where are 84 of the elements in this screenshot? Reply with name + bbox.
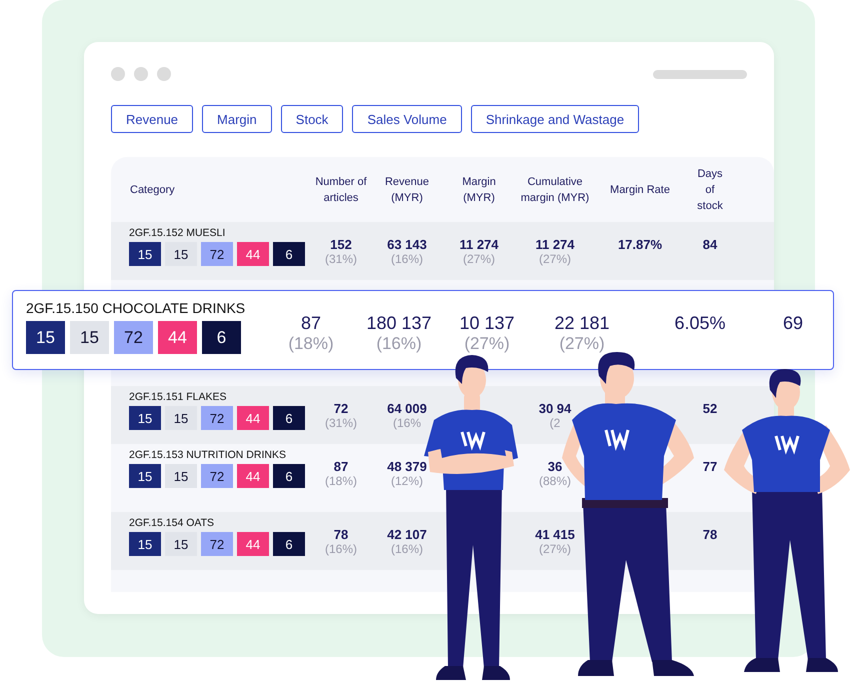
cell-value: 78 <box>702 527 718 542</box>
cell-share: (27%) <box>559 334 605 354</box>
filter-button[interactable]: Margin <box>202 105 272 133</box>
column-header: Margin Rate <box>609 182 671 198</box>
cell-share: (16%) <box>324 542 357 556</box>
count-chip: 72 <box>201 532 233 556</box>
count-chip: 15 <box>165 406 197 430</box>
cell-value: 11 274 <box>459 237 499 252</box>
count-chip: 44 <box>237 242 269 266</box>
cell-share: (12%) <box>390 474 423 488</box>
cell-share: (27%) <box>538 252 571 266</box>
cell-share: (16%) <box>376 334 422 354</box>
count-chip: 15 <box>165 242 197 266</box>
window-dots-icon <box>111 67 171 81</box>
count-chip: 15 <box>129 406 161 430</box>
filter-button[interactable]: Revenue <box>111 105 194 133</box>
cell-value: 17.87% <box>618 237 662 252</box>
category-name: 2GF.15.154 OATS <box>129 517 216 529</box>
cell-value: 48 379 <box>387 459 427 474</box>
count-chip: 15 <box>70 321 109 354</box>
cell-value: 6.05% <box>674 313 726 334</box>
count-chip: 44 <box>237 406 269 430</box>
count-chip: 44 <box>158 321 197 354</box>
cell-value: 52 <box>702 401 718 416</box>
cell-share: (27%) <box>462 252 495 266</box>
count-chip: 6 <box>273 406 305 430</box>
column-header: Category <box>129 182 176 198</box>
category-name: 2GF.15.153 NUTRITION DRINKS <box>129 449 287 461</box>
count-chip: 44 <box>237 532 269 556</box>
column-header: Revenue (MYR) <box>384 174 430 206</box>
cell-value: 72 <box>334 401 348 416</box>
cell-share: (18%) <box>288 334 334 354</box>
count-chip: 72 <box>201 242 233 266</box>
cell-value: 22 181 <box>554 313 610 334</box>
cell-value: 41 415 <box>535 527 575 542</box>
cell-share: (31%) <box>324 416 357 430</box>
category-name: 2GF.15.152 MUESLI <box>129 227 226 239</box>
cell-value: 87 <box>334 459 348 474</box>
cell-share: (16%) <box>390 542 423 556</box>
cell-share: (18%) <box>324 474 357 488</box>
cell-value: 64 009 <box>387 401 427 416</box>
count-chip: 15 <box>26 321 65 354</box>
count-chip: 15 <box>129 242 161 266</box>
cell-share: (2 <box>550 416 560 430</box>
cell-value: 11 274 <box>535 237 575 252</box>
count-chip: 72 <box>114 321 153 354</box>
cell-value: 180 137 <box>366 313 432 334</box>
filter-button[interactable]: Sales Volume <box>352 105 462 133</box>
count-chip: 44 <box>237 464 269 488</box>
cell-value: 77 <box>702 459 718 474</box>
cell-value: 42 107 <box>387 527 427 542</box>
count-chip: 6 <box>202 321 241 354</box>
column-header: Number of articles <box>314 174 368 206</box>
count-chip: 15 <box>165 464 197 488</box>
category-name: 2GF.15.151 FLAKES <box>129 391 228 403</box>
column-header: Cumulative margin (MYR) <box>520 174 590 206</box>
cell-share: (16% <box>392 416 421 430</box>
count-chip: 15 <box>129 464 161 488</box>
cell-share: (27%) <box>464 334 510 354</box>
count-chip: 15 <box>129 532 161 556</box>
filter-button[interactable]: Stock <box>280 105 344 133</box>
cell-share: (16%) <box>390 252 423 266</box>
cell-value: 36 <box>548 459 562 474</box>
count-chip: 72 <box>201 406 233 430</box>
cell-value: 30 94 <box>538 401 572 416</box>
category-name: 2GF.15.150 CHOCOLATE DRINKS <box>26 300 246 316</box>
count-chip: 6 <box>273 464 305 488</box>
filter-button[interactable]: Shrinkage and Wastage <box>470 105 640 133</box>
cell-value: 63 143 <box>387 237 427 252</box>
cell-value: 152 <box>330 237 352 252</box>
cell-value: 78 <box>334 527 348 542</box>
cell-share: (31%) <box>324 252 357 266</box>
cell-value: 87 <box>300 313 322 334</box>
count-chip: 6 <box>273 532 305 556</box>
cell-share: (88%) <box>538 474 571 488</box>
count-chip: 15 <box>165 532 197 556</box>
column-header: Days of stock <box>696 166 724 214</box>
column-header: Margin (MYR) <box>461 174 497 206</box>
count-chip: 6 <box>273 242 305 266</box>
cell-share: (27%) <box>538 542 571 556</box>
cell-value: 69 <box>782 313 804 334</box>
count-chip: 72 <box>201 464 233 488</box>
cell-value: 84 <box>702 237 718 252</box>
cell-value: 10 137 <box>459 313 515 334</box>
